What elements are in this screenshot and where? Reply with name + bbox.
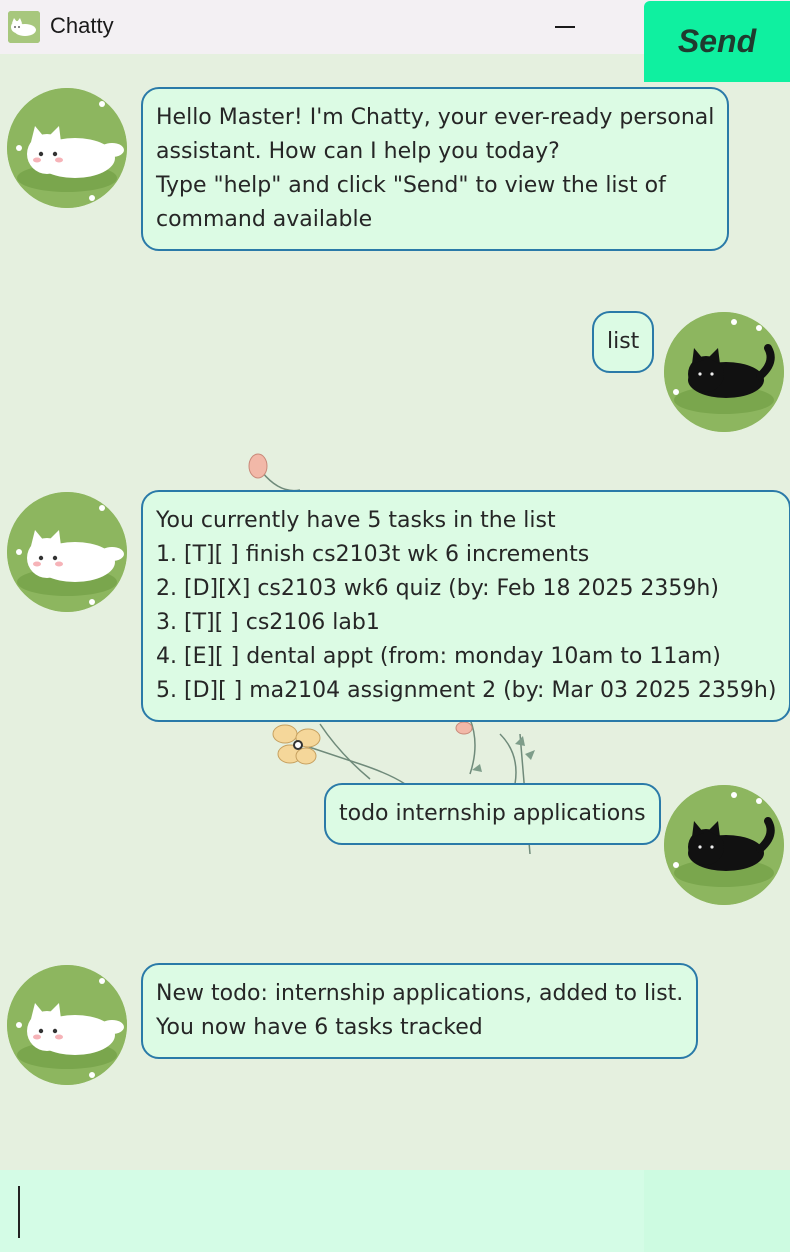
message-line: list bbox=[607, 329, 640, 354]
white-cat-avatar-icon bbox=[7, 88, 127, 208]
task-item: 1. [T][ ] finish cs2103t wk 6 increments bbox=[156, 542, 590, 567]
window-title: Chatty bbox=[50, 13, 114, 38]
task-item: 2. [D][X] cs2103 wk6 quiz (by: Feb 18 20… bbox=[156, 576, 719, 601]
minimize-button[interactable] bbox=[519, 0, 611, 54]
message-line: Type "help" and click "Send" to view the… bbox=[156, 173, 666, 198]
bot-avatar bbox=[7, 965, 127, 1085]
send-button[interactable]: Send bbox=[644, 1, 790, 82]
user-avatar bbox=[664, 312, 784, 432]
bot-avatar bbox=[7, 492, 127, 612]
message-line: You currently have 5 tasks in the list bbox=[156, 508, 556, 533]
message-input[interactable] bbox=[0, 1170, 644, 1252]
black-cat-avatar-icon bbox=[664, 312, 784, 432]
message-line: assistant. How can I help you today? bbox=[156, 139, 560, 164]
bot-message-bubble: Hello Master! I'm Chatty, your ever-read… bbox=[141, 87, 730, 251]
bot-message-bubble: You currently have 5 tasks in the list 1… bbox=[141, 490, 790, 722]
message-line: command available bbox=[156, 207, 373, 232]
white-cat-avatar-icon bbox=[7, 492, 127, 612]
bot-message-bubble: New todo: internship applications, added… bbox=[141, 963, 699, 1059]
white-cat-avatar-icon bbox=[7, 965, 127, 1085]
message-line: New todo: internship applications, added… bbox=[156, 981, 684, 1006]
task-item: 5. [D][ ] ma2104 assignment 2 (by: Mar 0… bbox=[156, 678, 777, 703]
cat-app-icon bbox=[8, 11, 40, 43]
message-line: todo internship applications bbox=[339, 801, 646, 826]
user-message-bubble: list bbox=[592, 311, 655, 373]
text-caret bbox=[18, 1186, 20, 1238]
message-line: You now have 6 tasks tracked bbox=[156, 1015, 483, 1040]
user-message-bubble: todo internship applications bbox=[324, 783, 661, 845]
task-item: 4. [E][ ] dental appt (from: monday 10am… bbox=[156, 644, 721, 669]
black-cat-avatar-icon bbox=[664, 785, 784, 905]
minimize-icon bbox=[555, 26, 575, 28]
message-line: Hello Master! I'm Chatty, your ever-read… bbox=[156, 105, 715, 130]
input-bar bbox=[0, 1170, 790, 1252]
task-item: 3. [T][ ] cs2106 lab1 bbox=[156, 610, 380, 635]
bot-avatar bbox=[7, 88, 127, 208]
user-avatar bbox=[664, 785, 784, 905]
chat-area[interactable]: Hello Master! I'm Chatty, your ever-read… bbox=[0, 54, 790, 1170]
